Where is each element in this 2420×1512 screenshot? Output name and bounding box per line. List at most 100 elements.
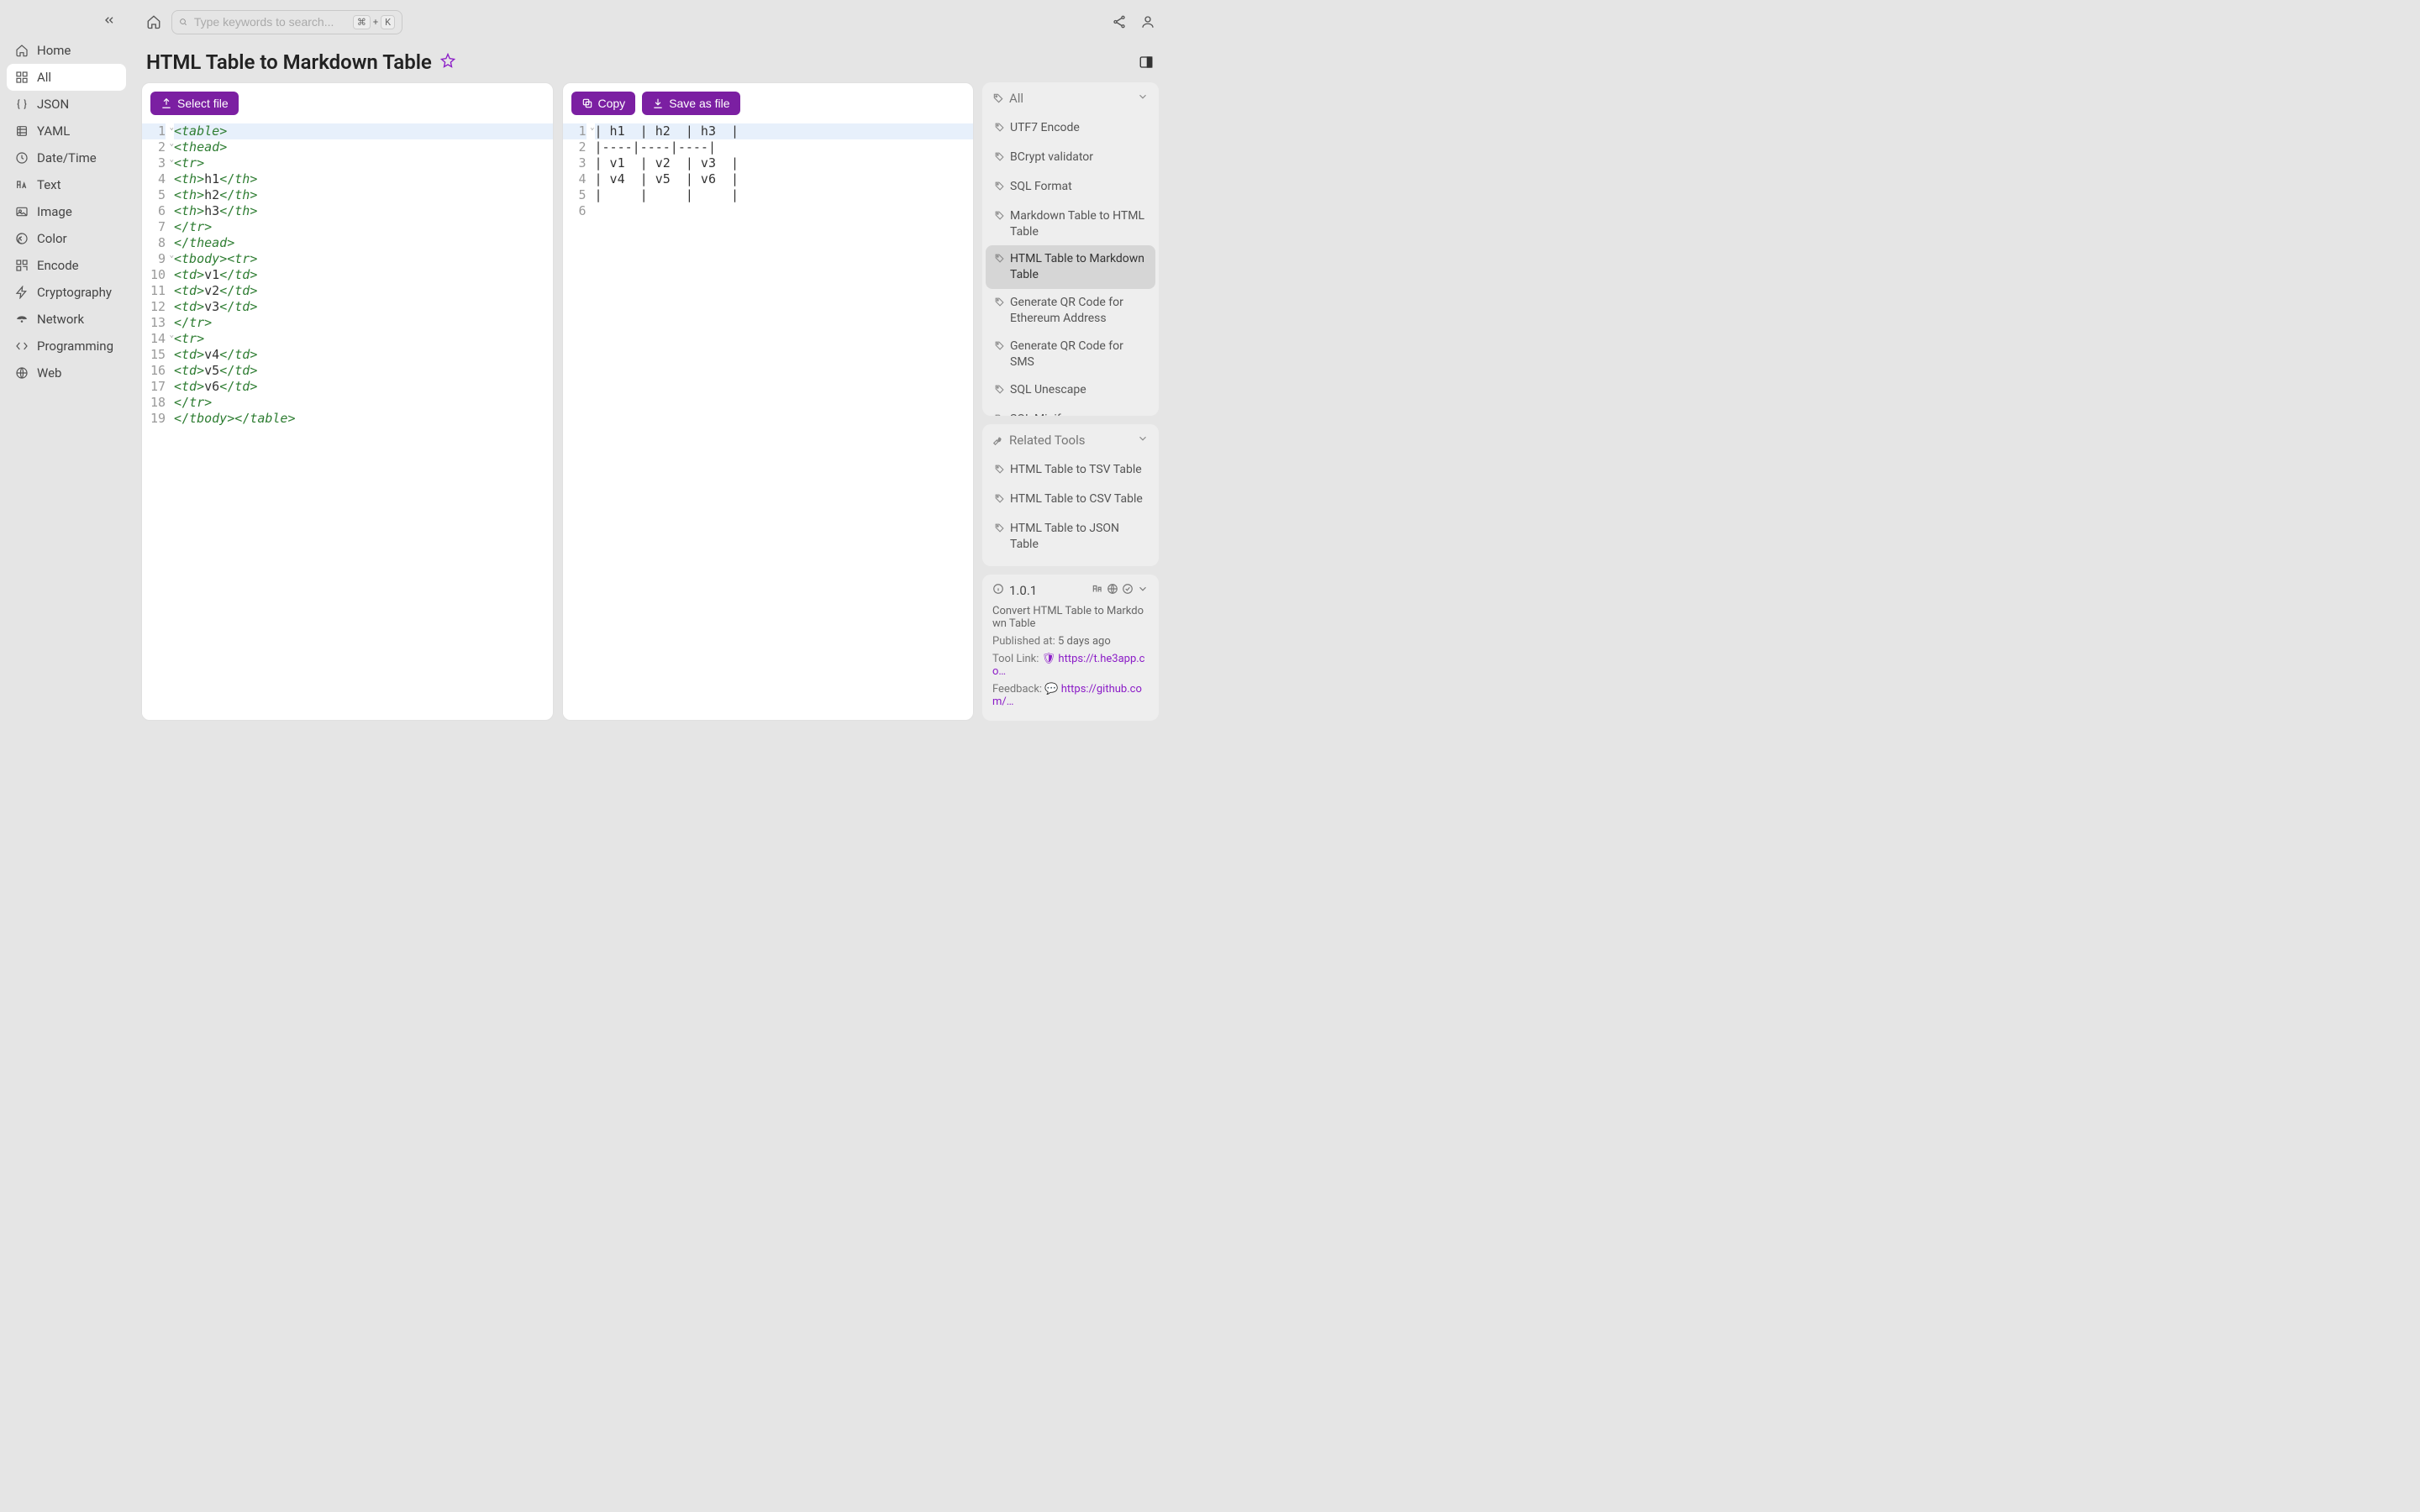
sidebar-item-label: Programming: [37, 339, 113, 354]
download-icon: [652, 97, 664, 109]
globe-icon[interactable]: [1107, 583, 1118, 598]
sidebar-item-text[interactable]: Text: [7, 171, 126, 198]
home-button[interactable]: [145, 13, 163, 31]
search-icon: [179, 16, 187, 28]
tag-icon: [994, 251, 1005, 269]
sidebar-item-label: Network: [37, 312, 84, 327]
tool-item[interactable]: SQL Format: [986, 173, 1155, 202]
copy-button[interactable]: Copy: [571, 92, 636, 115]
tool-item[interactable]: Markdown Table to HTML Table: [986, 202, 1155, 246]
share-button[interactable]: [1112, 14, 1127, 29]
main: ⌘ + K HTML Table to Markdown Table: [133, 0, 1167, 729]
copy-icon: [581, 97, 593, 109]
sidebar-item-programming[interactable]: Programming: [7, 333, 126, 360]
related-item-label: HTML Table to JSON Table: [1010, 521, 1147, 553]
sidebar-icon: [15, 178, 29, 192]
check-circle-icon[interactable]: [1122, 583, 1134, 598]
wrench-icon: [992, 434, 1004, 446]
tag-icon: [994, 295, 1005, 312]
tool-item-label: BCrypt validator: [1010, 150, 1093, 165]
tool-item[interactable]: UTF7 Encode: [986, 114, 1155, 144]
sidebar-item-color[interactable]: Color: [7, 225, 126, 252]
related-tool-item[interactable]: HTML Table to CSV Table: [986, 486, 1155, 515]
output-code-area[interactable]: 123456 | h1 | h2 | h3 ||----|----|----||…: [563, 123, 974, 720]
info-description: Convert HTML Table to Markdown Table: [992, 605, 1149, 630]
save-as-file-button[interactable]: Save as file: [642, 92, 739, 115]
titlebar: HTML Table to Markdown Table: [133, 44, 1167, 82]
upload-icon: [160, 97, 172, 109]
sidebar-item-encode[interactable]: Encode: [7, 252, 126, 279]
sidebar-icon: [15, 97, 29, 111]
tool-item[interactable]: Generate QR Code for SMS: [986, 333, 1155, 376]
all-tools-header[interactable]: All: [982, 82, 1159, 114]
sidebar-icon: [15, 339, 29, 353]
sidebar-icon: [15, 151, 29, 165]
sidebar-collapse-button[interactable]: [103, 13, 119, 30]
tag-icon: [994, 564, 1005, 566]
tool-item-label: SQL Format: [1010, 179, 1072, 195]
input-editor: Select file 1234567891011121314151617181…: [141, 82, 554, 721]
output-editor: Copy Save as file 123456 | h1 | h2 | h3 …: [562, 82, 975, 721]
sidebar-icon: [15, 312, 29, 326]
sidebar-item-label: Home: [37, 43, 71, 58]
tag-icon: [994, 412, 1005, 417]
search-box[interactable]: ⌘ + K: [171, 10, 402, 34]
sidebar-icon: [15, 259, 29, 272]
tool-item[interactable]: HTML Table to Markdown Table: [986, 245, 1155, 289]
tool-item-label: UTF7 Encode: [1010, 120, 1080, 136]
sidebar-item-yaml[interactable]: YAML: [7, 118, 126, 144]
info-icon: [992, 583, 1004, 598]
sidebar-item-image[interactable]: Image: [7, 198, 126, 225]
sidebar-item-cryptography[interactable]: Cryptography: [7, 279, 126, 306]
sidebar-item-date-time[interactable]: Date/Time: [7, 144, 126, 171]
tool-item-label: Generate QR Code for Ethereum Address: [1010, 295, 1147, 327]
chevron-down-icon: [1137, 91, 1149, 106]
input-code-area[interactable]: 12345678910111213141516171819 <table><th…: [142, 123, 553, 720]
sidebar-icon: [15, 124, 29, 138]
sidebar: Home All JSON YAMLDate/TimeText Image ColorEn…: [0, 0, 133, 729]
right-panel: All UTF7 Encode BCrypt validator SQL Forma…: [982, 82, 1159, 721]
workarea: Select file 1234567891011121314151617181…: [133, 82, 1167, 729]
related-tool-item[interactable]: HTML Table to JSON Table: [986, 515, 1155, 559]
related-tool-item[interactable]: HTML to SQL: [986, 559, 1155, 566]
tool-item[interactable]: BCrypt validator: [986, 144, 1155, 173]
sidebar-item-web[interactable]: Web: [7, 360, 126, 386]
related-tools-header[interactable]: Related Tools: [982, 424, 1159, 456]
select-file-button[interactable]: Select file: [150, 92, 239, 115]
sidebar-icon: [15, 44, 29, 57]
tool-item-label: Markdown Table to HTML Table: [1010, 208, 1147, 240]
related-item-label: HTML Table to CSV Table: [1010, 491, 1143, 507]
text-size-icon[interactable]: [1092, 583, 1103, 598]
version-label: 1.0.1: [1009, 583, 1037, 598]
sidebar-item-label: JSON: [37, 97, 69, 112]
sidebar-item-label: Image: [37, 204, 72, 219]
tool-item[interactable]: SQL Unescape: [986, 376, 1155, 406]
tag-icon: [994, 462, 1005, 480]
tool-item[interactable]: Generate QR Code for Ethereum Address: [986, 289, 1155, 333]
sidebar-icon: [15, 286, 29, 299]
sidebar-item-all[interactable]: All: [7, 64, 126, 91]
info-published: Published at: 5 days ago: [992, 635, 1149, 648]
sidebar-item-home[interactable]: Home: [7, 37, 126, 64]
tag-icon: [994, 521, 1005, 538]
related-tool-item[interactable]: HTML Table to TSV Table: [986, 456, 1155, 486]
favorite-button[interactable]: [440, 53, 455, 71]
sidebar-item-network[interactable]: Network: [7, 306, 126, 333]
search-input[interactable]: [194, 15, 346, 29]
sidebar-icon: [15, 366, 29, 380]
chevron-down-icon[interactable]: [1137, 583, 1149, 598]
related-tools-panel: Related Tools HTML Table to TSV Table HTM…: [982, 424, 1159, 566]
sidebar-item-json[interactable]: JSON: [7, 91, 126, 118]
tool-item[interactable]: SQL Minify: [986, 406, 1155, 417]
tag-icon: [994, 120, 1005, 138]
tag-icon: [994, 339, 1005, 356]
tag-icon: [994, 179, 1005, 197]
tag-icon: [994, 208, 1005, 226]
user-button[interactable]: [1140, 14, 1155, 29]
sidebar-item-label: Cryptography: [37, 285, 112, 300]
tool-item-label: SQL Unescape: [1010, 382, 1086, 398]
info-tool-link: Tool Link: 🛡 https://t.he3app.co…: [992, 653, 1149, 678]
info-panel: 1.0.1 Convert HTML Table to Markdown Tab…: [982, 575, 1159, 721]
panel-toggle-button[interactable]: [1139, 55, 1154, 70]
page-title: HTML Table to Markdown Table: [146, 50, 432, 74]
